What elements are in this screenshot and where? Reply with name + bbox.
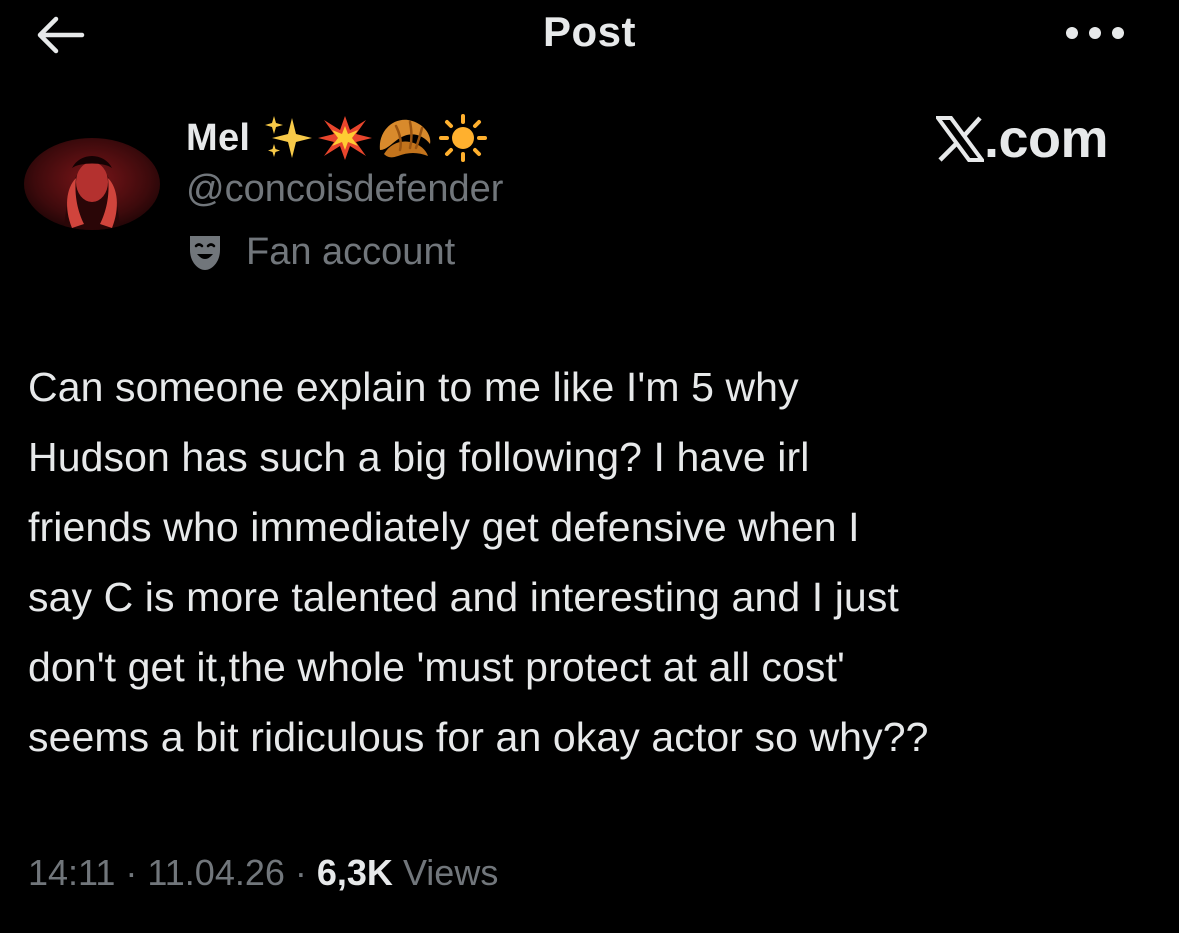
views-count[interactable]: 6,3K	[317, 852, 393, 894]
sparkles-icon	[262, 114, 316, 162]
affiliation-label: Fan account	[246, 230, 456, 273]
post-text-line: say C is more talented and interesting a…	[28, 574, 899, 620]
author-affiliation: Fan account	[186, 226, 455, 278]
collision-icon	[316, 114, 374, 162]
top-bar: Post	[0, 0, 1179, 70]
meta-separator: ·	[125, 852, 138, 893]
sun-icon	[436, 114, 490, 162]
x-logo-icon	[936, 115, 984, 163]
croissant-icon	[374, 114, 436, 162]
post-date[interactable]: 11.04.26	[147, 852, 284, 894]
name-emoji-group	[262, 114, 490, 162]
post-text-line: friends who immediately get defensive wh…	[28, 504, 860, 550]
meta-separator: ·	[294, 852, 307, 893]
post-text-line: Can someone explain to me like I'm 5 why	[28, 364, 799, 410]
page-title: Post	[542, 8, 636, 55]
post-time[interactable]: 14:11	[28, 852, 115, 894]
author-handle[interactable]: @concoisdefender	[186, 168, 503, 211]
views-label[interactable]: Views	[403, 852, 498, 894]
avatar[interactable]	[24, 138, 160, 230]
x-com-watermark: .com	[936, 108, 1109, 170]
post-meta: 14:11 · 11.04.26 · 6,3K Views	[28, 848, 498, 898]
back-button[interactable]	[30, 10, 90, 60]
post-text-line: don't get it,the whole 'must protect at …	[28, 644, 845, 690]
arrow-left-icon	[30, 10, 90, 60]
more-options-button[interactable]	[1062, 18, 1128, 48]
post-text-line: seems a bit ridiculous for an okay actor…	[28, 714, 929, 760]
author-name-row: Mel	[186, 112, 490, 164]
watermark-text: .com	[984, 109, 1109, 169]
author-display-name[interactable]: Mel	[186, 117, 250, 160]
theater-mask-icon	[186, 232, 224, 272]
more-horizontal-icon	[1062, 18, 1128, 48]
post-text: Can someone explain to me like I'm 5 why…	[28, 352, 1158, 772]
post-text-line: Hudson has such a big following? I have …	[28, 434, 810, 480]
